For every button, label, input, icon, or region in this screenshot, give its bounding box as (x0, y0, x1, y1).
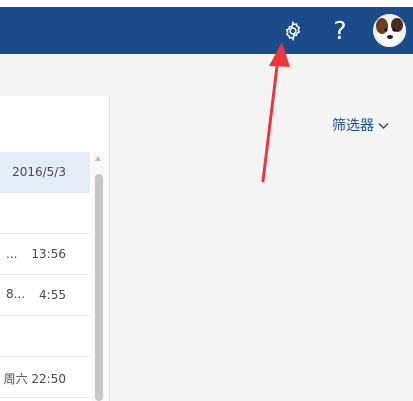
annotation-arrow (261, 42, 290, 183)
